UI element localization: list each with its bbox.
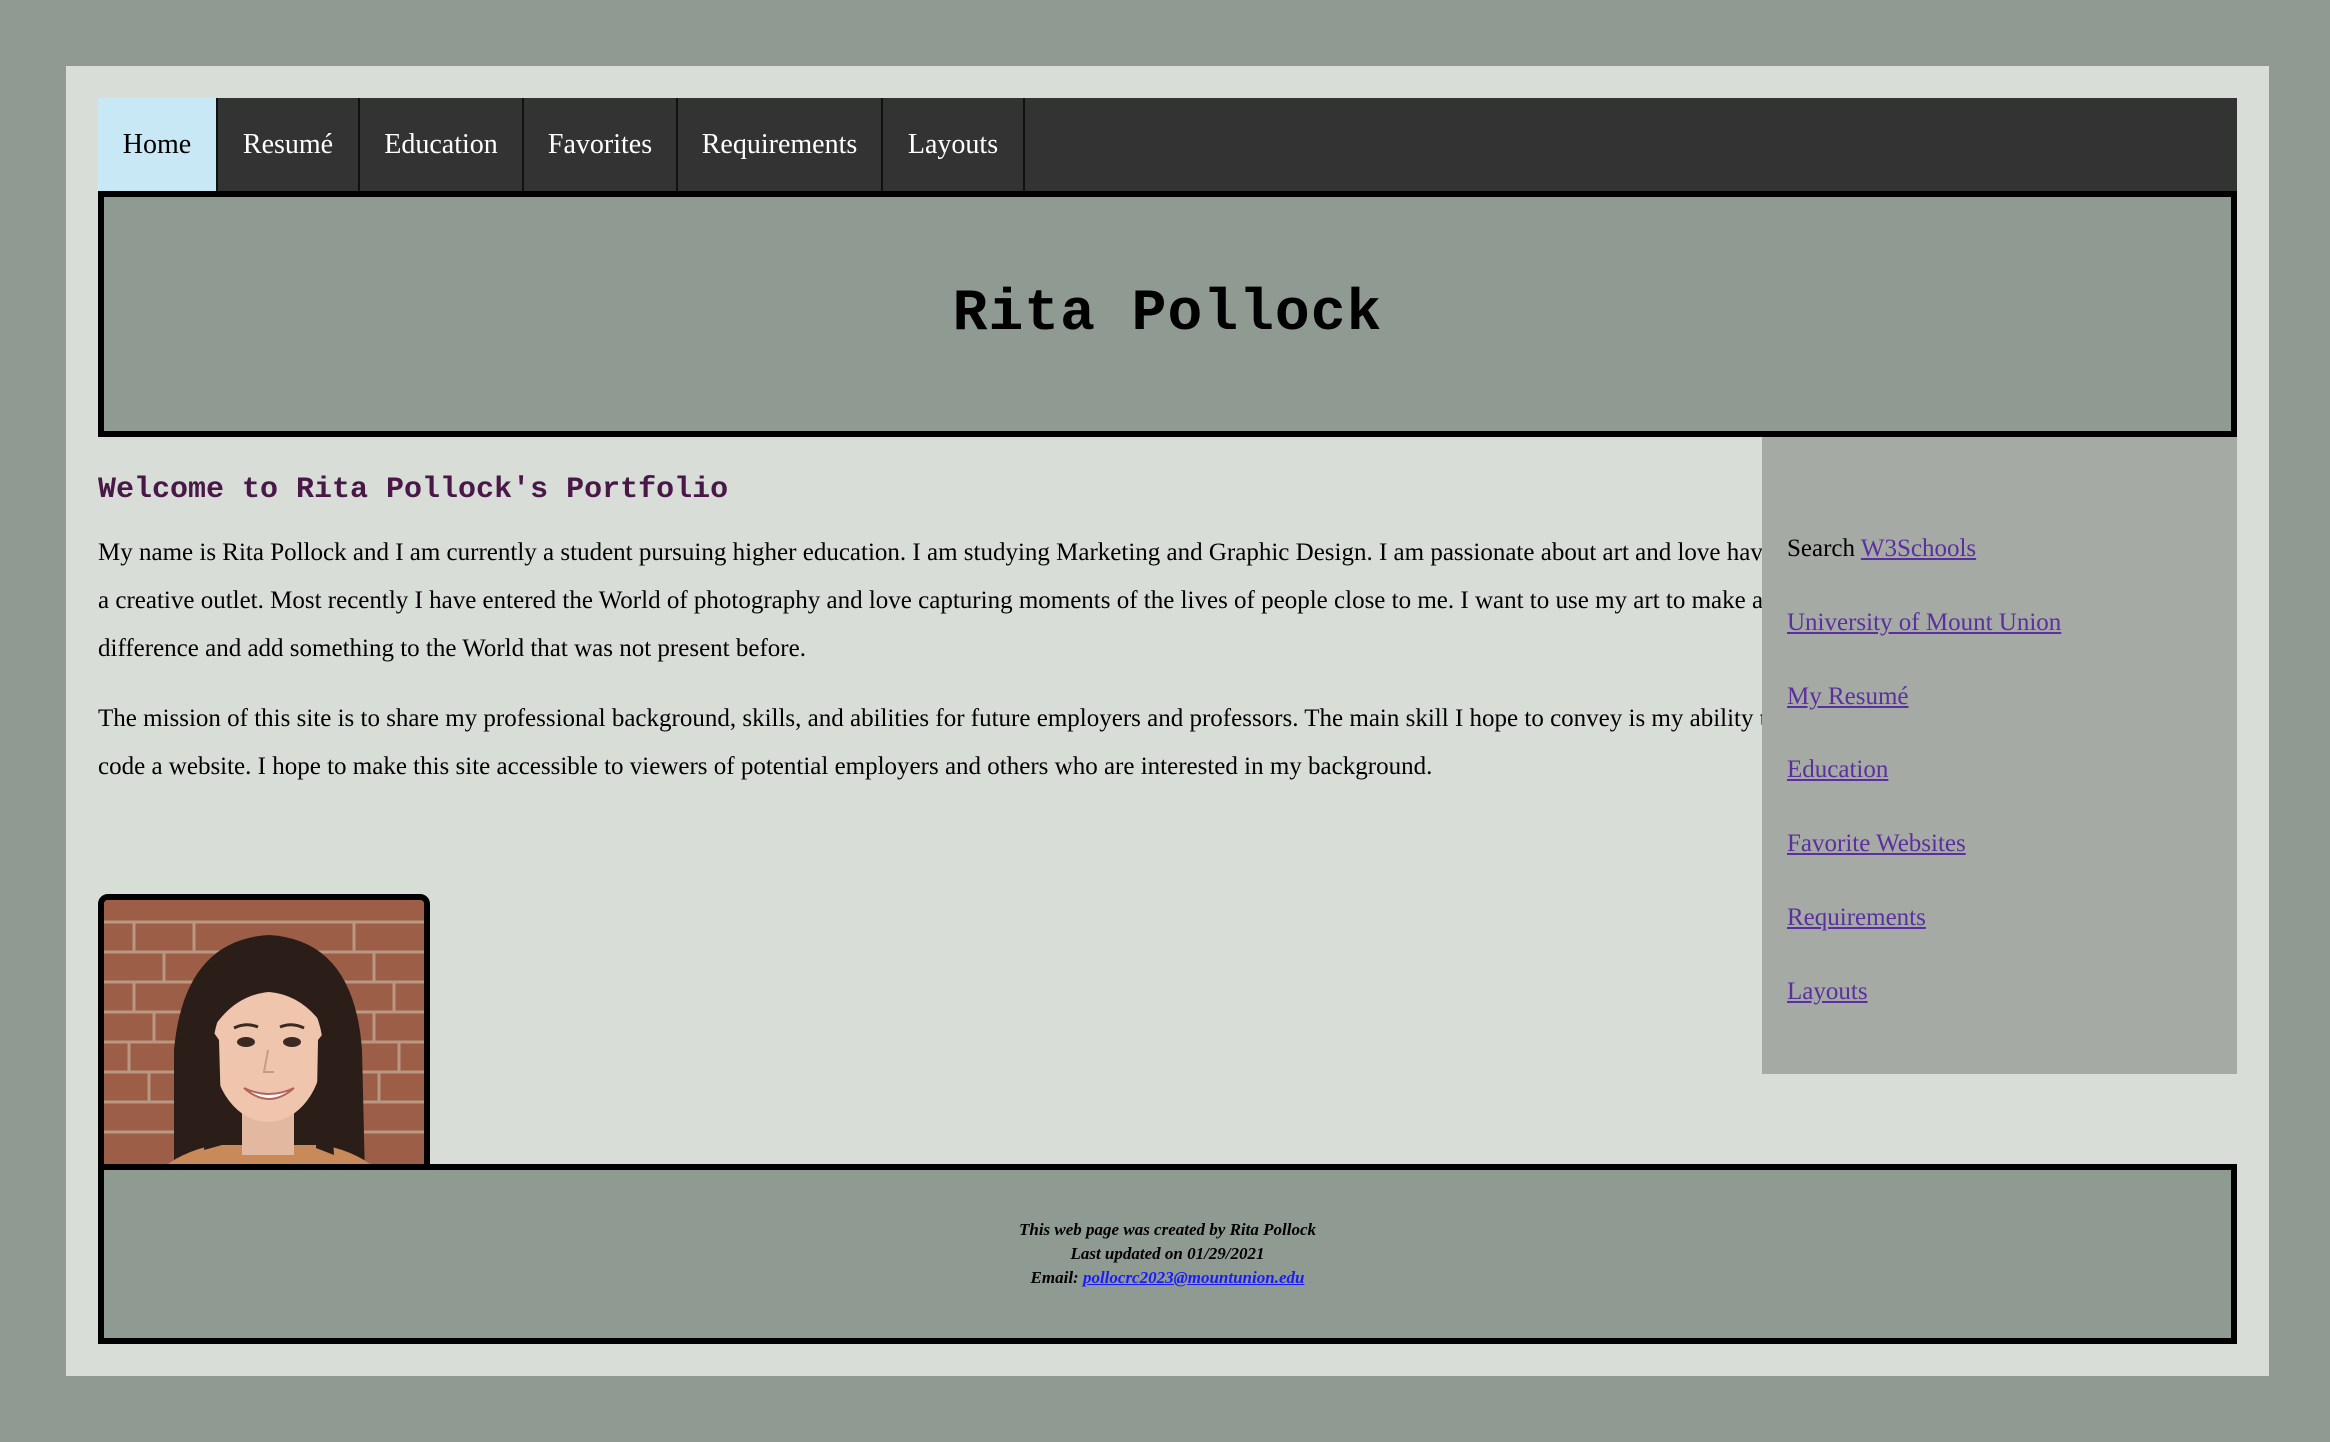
sidebar: Search W3Schools University of Mount Uni… xyxy=(1762,437,2237,1074)
sidebar-link-favorites[interactable]: Favorite Websites xyxy=(1787,830,1966,857)
sidebar-item-layouts: Layouts xyxy=(1787,978,1868,1006)
sidebar-item-education: Education xyxy=(1787,756,1888,784)
sidebar-search-label: Search xyxy=(1787,535,1856,562)
footer-updated: Last updated on 01/29/2021 xyxy=(1070,1244,1265,1263)
nav-item-resume[interactable]: Resumé xyxy=(218,98,360,191)
mission-paragraph: The mission of this site is to share my … xyxy=(98,705,1780,780)
footer-email-link[interactable]: pollocrc2023@mountunion.edu xyxy=(1083,1268,1305,1287)
sidebar-item-requirements: Requirements xyxy=(1787,904,1926,932)
site-header: Rita Pollock xyxy=(98,191,2237,437)
footer-email-row: Email: pollocrc2023@mountunion.edu xyxy=(1031,1266,1305,1290)
site-title: Rita Pollock xyxy=(952,281,1383,347)
sidebar-item-resume: My Resumé xyxy=(1787,683,1909,711)
nav-item-education[interactable]: Education xyxy=(360,98,524,191)
main-content: Welcome to Rita Pollock's Portfolio My n… xyxy=(98,437,1798,791)
top-nav: Home Resumé Education Favorites Requirem… xyxy=(98,98,2237,191)
sidebar-link-w3schools[interactable]: W3Schools xyxy=(1861,535,1976,562)
sidebar-item-mount-union: University of Mount Union xyxy=(1787,609,2061,637)
intro-paragraph: My name is Rita Pollock and I am current… xyxy=(98,539,1795,662)
sidebar-link-requirements[interactable]: Requirements xyxy=(1787,904,1926,931)
page-container: Home Resumé Education Favorites Requirem… xyxy=(66,66,2269,1376)
sidebar-link-education[interactable]: Education xyxy=(1787,756,1888,783)
nav-item-favorites[interactable]: Favorites xyxy=(524,98,678,191)
sidebar-search-row: Search W3Schools xyxy=(1787,535,1976,563)
sidebar-link-mount-union[interactable]: University of Mount Union xyxy=(1787,609,2061,636)
sidebar-item-favorites: Favorite Websites xyxy=(1787,830,1966,858)
nav-item-home[interactable]: Home xyxy=(98,98,218,191)
nav-item-layouts[interactable]: Layouts xyxy=(883,98,1025,191)
footer-email-label: Email: xyxy=(1030,1268,1079,1287)
sidebar-link-resume[interactable]: My Resumé xyxy=(1787,683,1909,710)
nav-item-requirements[interactable]: Requirements xyxy=(678,98,883,191)
footer-credit: This web page was created by Rita Polloc… xyxy=(1019,1220,1316,1239)
sidebar-link-layouts[interactable]: Layouts xyxy=(1787,978,1868,1005)
welcome-heading: Welcome to Rita Pollock's Portfolio xyxy=(98,473,729,507)
site-footer: This web page was created by Rita Polloc… xyxy=(98,1164,2237,1344)
